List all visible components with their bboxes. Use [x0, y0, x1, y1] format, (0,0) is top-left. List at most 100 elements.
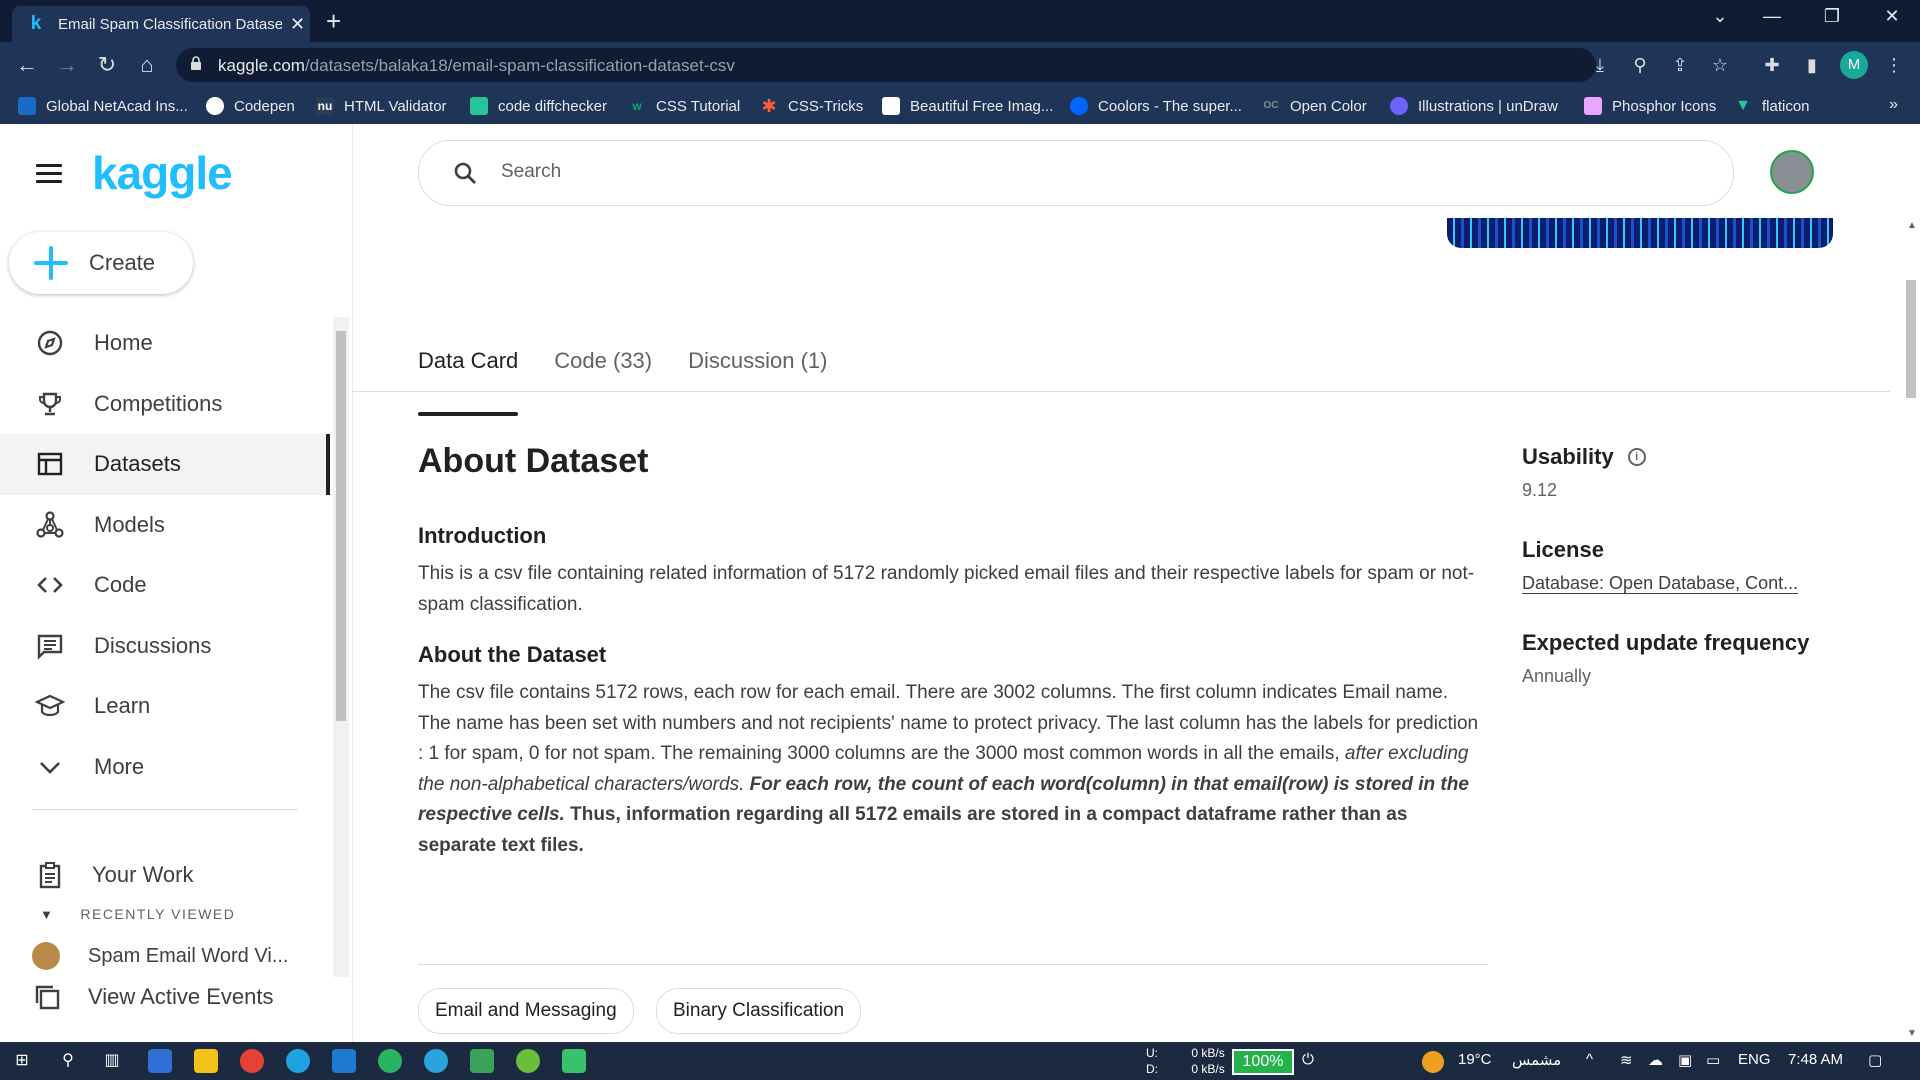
temperature[interactable]: 19°C [1458, 1051, 1492, 1068]
extensions-icon[interactable]: ✚ [1760, 53, 1784, 77]
content-divider [418, 964, 1488, 965]
browser-tab[interactable]: k Email Spam Classification Datase ✕ [12, 6, 310, 42]
sidebar-item-label: Competitions [94, 390, 223, 416]
windows-start-icon[interactable]: ⊞ [10, 1049, 34, 1073]
bookmark-star-icon[interactable]: ☆ [1708, 53, 1732, 77]
device-icon[interactable]: ▣ [1678, 1051, 1692, 1069]
license-link[interactable]: Database: Open Database, Cont... [1522, 573, 1852, 594]
sidebar: kaggle Create Home Competitions Datasets… [0, 124, 353, 1042]
tag-chip[interactable]: Binary Classification [656, 988, 862, 1034]
user-avatar[interactable] [1770, 150, 1814, 194]
notifications-icon[interactable]: ▢ [1868, 1051, 1882, 1069]
sidebar-item-label: Discussions [94, 632, 212, 658]
sidebar-scrollbar-thumb[interactable] [336, 331, 346, 721]
view-active-events[interactable]: View Active Events [32, 982, 273, 1012]
restore-icon[interactable]: ❐ [1812, 6, 1852, 27]
browser-menu-icon[interactable]: ⋮ [1882, 53, 1906, 77]
recently-viewed-toggle[interactable]: ▼ RECENTLY VIEWED [40, 906, 235, 922]
scroll-down-icon[interactable]: ▼ [1907, 1028, 1917, 1039]
bookmark-item[interactable]: nu HTML Validator [316, 96, 447, 116]
app-icon[interactable] [470, 1049, 494, 1073]
sidebar-item-learn[interactable]: Learn [0, 676, 330, 737]
bookmark-item[interactable]: Global NetAcad Ins... [18, 96, 188, 116]
bookmark-label: CSS-Tricks [788, 97, 864, 115]
bookmark-item[interactable]: Beautiful Free Imag... [882, 96, 1053, 116]
chrome-icon[interactable] [240, 1049, 264, 1073]
bookmark-item[interactable]: Phosphor Icons [1584, 96, 1716, 116]
close-window-icon[interactable]: ✕ [1872, 6, 1912, 27]
telegram-icon[interactable] [424, 1049, 448, 1073]
recent-item[interactable]: Spam Email Word Vi... [32, 942, 288, 970]
scroll-up-icon[interactable]: ▲ [1907, 220, 1917, 231]
clock[interactable]: 7:48 AM [1788, 1051, 1843, 1068]
tab-discussion[interactable]: Discussion (1) [688, 348, 827, 414]
whatsapp-icon[interactable] [378, 1049, 402, 1073]
edge-icon[interactable] [286, 1049, 310, 1073]
profile-avatar[interactable]: M [1840, 51, 1868, 79]
page-title: About Dataset [418, 442, 649, 480]
share-icon[interactable]: ⇪ [1668, 53, 1692, 77]
tab-code[interactable]: Code (33) [554, 348, 652, 414]
sidebar-item-competitions[interactable]: Competitions [0, 374, 330, 435]
omnibox[interactable]: kaggle.com/datasets/balaka18/email-spam-… [176, 48, 1596, 82]
minimize-icon[interactable]: — [1752, 6, 1792, 27]
sidebar-item-datasets[interactable]: Datasets [0, 434, 330, 495]
new-tab-button[interactable]: + [326, 8, 341, 34]
battery-indicator[interactable]: 100% [1232, 1049, 1294, 1075]
sidebar-item-home[interactable]: Home [0, 313, 330, 374]
hamburger-menu-icon[interactable] [36, 164, 62, 184]
sidebar-item-more[interactable]: More [0, 737, 330, 798]
bookmark-item[interactable]: code diffchecker [470, 96, 607, 116]
task-view-icon[interactable]: ▥ [100, 1049, 124, 1073]
bookmark-item[interactable]: Coolors - The super... [1070, 96, 1242, 116]
sidebar-item-code[interactable]: Code [0, 555, 330, 616]
battery-icon[interactable]: ▭ [1706, 1051, 1720, 1069]
data-card-content: About Dataset Introduction This is a csv… [418, 442, 1484, 861]
install-app-icon[interactable]: ⤓ [1588, 53, 1612, 77]
bookmark-item[interactable]: ▼ flaticon [1734, 96, 1809, 116]
forward-icon[interactable]: → [54, 52, 80, 78]
bookmark-item[interactable]: OC Open Color [1262, 96, 1367, 116]
app-icon[interactable] [516, 1049, 540, 1073]
sidebar-item-models[interactable]: Models [0, 495, 330, 556]
back-icon[interactable]: ← [14, 52, 40, 78]
zoom-icon[interactable]: ⚲ [1628, 53, 1652, 77]
bookmarks-overflow-icon[interactable]: » [1889, 96, 1898, 114]
weather-condition[interactable]: مشمس [1512, 1051, 1561, 1069]
store-icon[interactable] [148, 1049, 172, 1073]
w3schools-icon: w [632, 99, 642, 113]
sidebar-scrollbar[interactable] [333, 317, 349, 977]
tab-data-card[interactable]: Data Card [418, 348, 519, 416]
search-icon[interactable]: ⚲ [56, 1049, 80, 1073]
lock-icon [191, 56, 201, 70]
page-scrollbar-thumb[interactable] [1906, 280, 1916, 398]
cloud-icon[interactable]: ☁ [1648, 1051, 1663, 1069]
bookmark-item[interactable]: ✱ CSS-Tricks [760, 96, 863, 116]
tag-chip[interactable]: Email and Messaging [418, 988, 634, 1034]
wifi-icon[interactable]: ≋ [1620, 1051, 1633, 1069]
tab-search-icon[interactable]: ⌄ [1700, 6, 1740, 27]
side-panel-icon[interactable]: ▮ [1800, 53, 1824, 77]
close-tab-icon[interactable]: ✕ [290, 14, 305, 35]
home-icon[interactable]: ⌂ [134, 52, 160, 78]
bookmark-label: Illustrations | unDraw [1418, 97, 1558, 115]
language-indicator[interactable]: ENG [1738, 1051, 1771, 1068]
reload-icon[interactable]: ↻ [94, 52, 120, 78]
bookmark-item[interactable]: Illustrations | unDraw [1390, 96, 1558, 116]
vscode-icon[interactable] [332, 1049, 356, 1073]
tab-label: Code (33) [554, 348, 653, 373]
app-icon[interactable] [562, 1049, 586, 1073]
bookmark-item[interactable]: Codepen [206, 96, 295, 116]
sidebar-item-discussions[interactable]: Discussions [0, 616, 330, 677]
search-bar[interactable]: Search [418, 140, 1734, 206]
kaggle-logo[interactable]: kaggle [92, 146, 233, 200]
net-down-label: D: [1146, 1062, 1158, 1076]
info-icon[interactable]: i [1627, 448, 1646, 466]
chevron-up-icon[interactable]: ^ [1586, 1051, 1593, 1068]
page-scrollbar[interactable]: ▲ ▼ [1902, 220, 1920, 1042]
file-explorer-icon[interactable] [194, 1049, 218, 1073]
search-icon [454, 162, 476, 184]
create-button[interactable]: Create [9, 232, 193, 294]
sidebar-item-your-work[interactable]: Your Work [0, 851, 330, 899]
bookmark-item[interactable]: w CSS Tutorial [628, 96, 740, 116]
